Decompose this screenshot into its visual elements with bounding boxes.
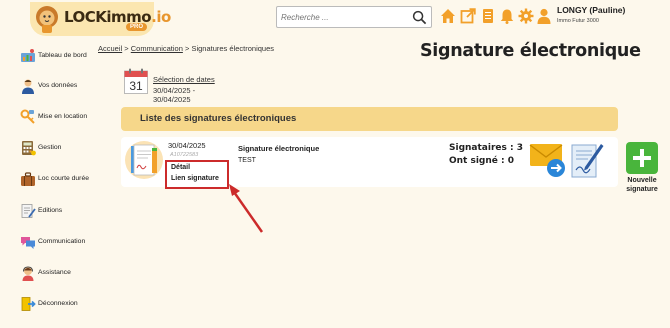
user-name[interactable]: LONGY (Pauline) [557, 5, 625, 15]
external-link-icon[interactable] [460, 8, 476, 24]
page-title: Signature électronique [420, 41, 641, 61]
sidebar-item-communication[interactable]: Communication [20, 234, 110, 254]
keys-icon [20, 109, 35, 124]
support-agent-icon [22, 266, 34, 281]
chat-bubbles-icon [21, 237, 35, 249]
home-icon[interactable] [440, 8, 456, 24]
sidebar-item-editions[interactable]: Editions [20, 203, 110, 223]
sidebar-item-label: Assistance [38, 269, 71, 276]
signature-date: 30/04/2025 [168, 141, 206, 150]
logo-pro-badge: PRO [126, 23, 148, 31]
search-input[interactable] [281, 10, 405, 25]
sidebar-item-label: Editions [38, 207, 63, 214]
sidebar-item-label: Vos données [38, 82, 78, 89]
sidebar-item-gestion[interactable]: Gestion [20, 140, 110, 160]
sidebar-item-label: Tableau de bord [38, 52, 87, 59]
date-selection-link[interactable]: Sélection de dates [153, 75, 215, 84]
sign-document-icon[interactable] [570, 140, 604, 180]
sidebar-item-assistance[interactable]: Assistance [20, 265, 110, 285]
top-bar: LOCKimmo.io PRO Recherche ... LONGY (Pau… [0, 0, 670, 38]
sidebar-item-label: Loc courte durée [38, 175, 90, 182]
new-signature-button[interactable] [626, 142, 658, 174]
signature-ref: A10722583 [170, 152, 199, 158]
dashboard-icon [21, 49, 35, 62]
breadcrumb-separator: > [184, 44, 190, 53]
logo-text: LOCKimmo.io [64, 8, 171, 26]
contract-document-icon [125, 141, 163, 179]
sidebar-item-label: Mise en location [38, 113, 88, 120]
breadcrumb-separator: > [124, 44, 129, 53]
document-pen-icon [21, 204, 36, 218]
sidebar-item-deconnexion[interactable]: Déconnexion [20, 296, 110, 316]
signature-name: TEST [238, 157, 256, 164]
calendar-icon[interactable]: 31 [124, 68, 148, 94]
signature-type: Signature électronique [238, 144, 320, 153]
user-icon[interactable] [537, 8, 551, 24]
signers-count: Signataires : 3 [449, 143, 523, 153]
user-company: Immo Futur 3000 [557, 18, 599, 24]
calculator-icon [22, 141, 36, 156]
breadcrumb-current: Signatures électroniques [191, 44, 275, 53]
documents-icon[interactable] [480, 8, 496, 24]
signed-count: Ont signé : 0 [449, 156, 515, 166]
breadcrumb-communication-link[interactable]: Communication [131, 44, 183, 53]
calendar-day: 31 [129, 79, 143, 93]
sidebar-item-mise-en-location[interactable]: Mise en location [20, 109, 110, 129]
list-title: Liste des signatures électroniques [140, 113, 297, 124]
gear-icon[interactable] [518, 8, 534, 24]
breadcrumb-home-link[interactable]: Accueil [98, 44, 122, 53]
sidebar-item-label: Communication [38, 238, 86, 245]
sidebar-item-loc-courte-duree[interactable]: Loc courte durée [20, 171, 110, 191]
list-header: Liste des signatures électroniques [121, 107, 618, 131]
suitcase-icon [21, 172, 35, 186]
person-icon [22, 79, 34, 94]
send-mail-icon[interactable] [529, 141, 567, 179]
new-signature-label[interactable]: Nouvelle signature [620, 177, 664, 194]
app-logo[interactable]: LOCKimmo.io PRO [30, 2, 171, 36]
highlight-box [165, 160, 229, 189]
date-range: 30/04/2025 - 30/04/2025 [153, 86, 196, 104]
plus-icon [633, 149, 651, 167]
breadcrumb: Accueil > Communication > Signatures éle… [98, 44, 274, 53]
sidebar-item-label: Gestion [38, 144, 62, 151]
lion-mascot-icon [36, 6, 58, 33]
search-box [276, 6, 432, 28]
bell-icon[interactable] [499, 8, 515, 24]
search-icon[interactable] [412, 10, 427, 25]
logout-door-icon [21, 297, 36, 311]
red-arrow-annotation [229, 184, 264, 233]
sidebar-item-vos-donnees[interactable]: Vos données [20, 78, 110, 98]
sidebar-item-label: Déconnexion [38, 300, 78, 307]
sidebar-item-dashboard[interactable]: Tableau de bord [20, 48, 110, 68]
